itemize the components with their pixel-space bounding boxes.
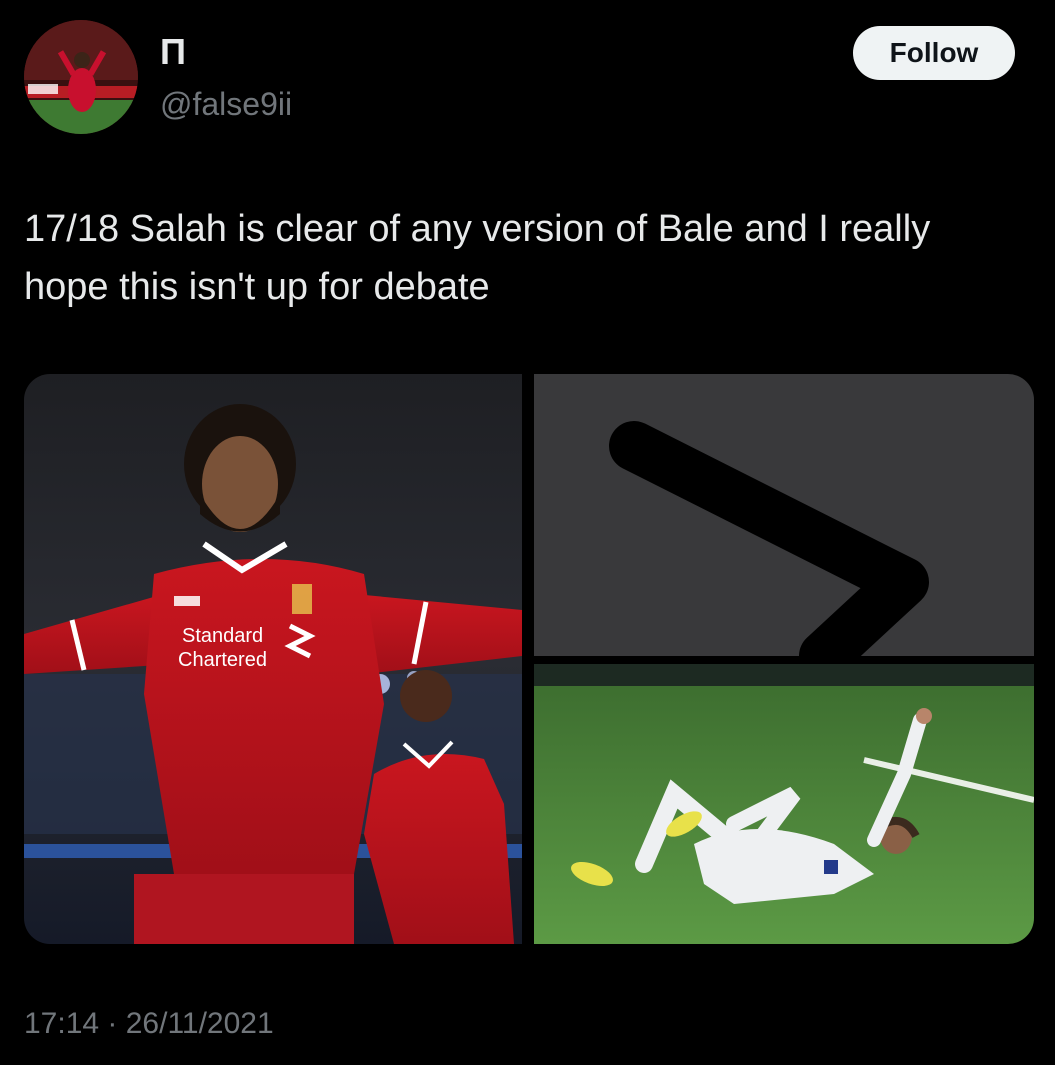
media-grid: Standard Chartered <box>24 374 1034 944</box>
user-handle[interactable]: @false9ii <box>160 84 292 124</box>
media-bottom-right-photo[interactable] <box>534 664 1034 944</box>
real-madrid-player-photo <box>534 664 1034 944</box>
avatar[interactable] <box>24 20 138 134</box>
avatar-image <box>24 20 138 134</box>
tweet-timestamp[interactable]: 17:14 · 26/11/2021 <box>24 1004 274 1044</box>
display-name[interactable]: Π <box>160 30 186 74</box>
greater-than-graphic <box>534 374 1034 656</box>
sponsor-line-2: Chartered <box>178 649 267 671</box>
media-top-right-graphic[interactable] <box>534 374 1034 656</box>
liverpool-player-photo: Standard Chartered <box>24 374 522 944</box>
tweet-text: 17/18 Salah is clear of any version of B… <box>24 208 931 308</box>
follow-button[interactable]: Follow <box>853 26 1015 80</box>
media-left-photo[interactable]: Standard Chartered <box>24 374 522 944</box>
sponsor-line-1: Standard <box>182 625 263 647</box>
